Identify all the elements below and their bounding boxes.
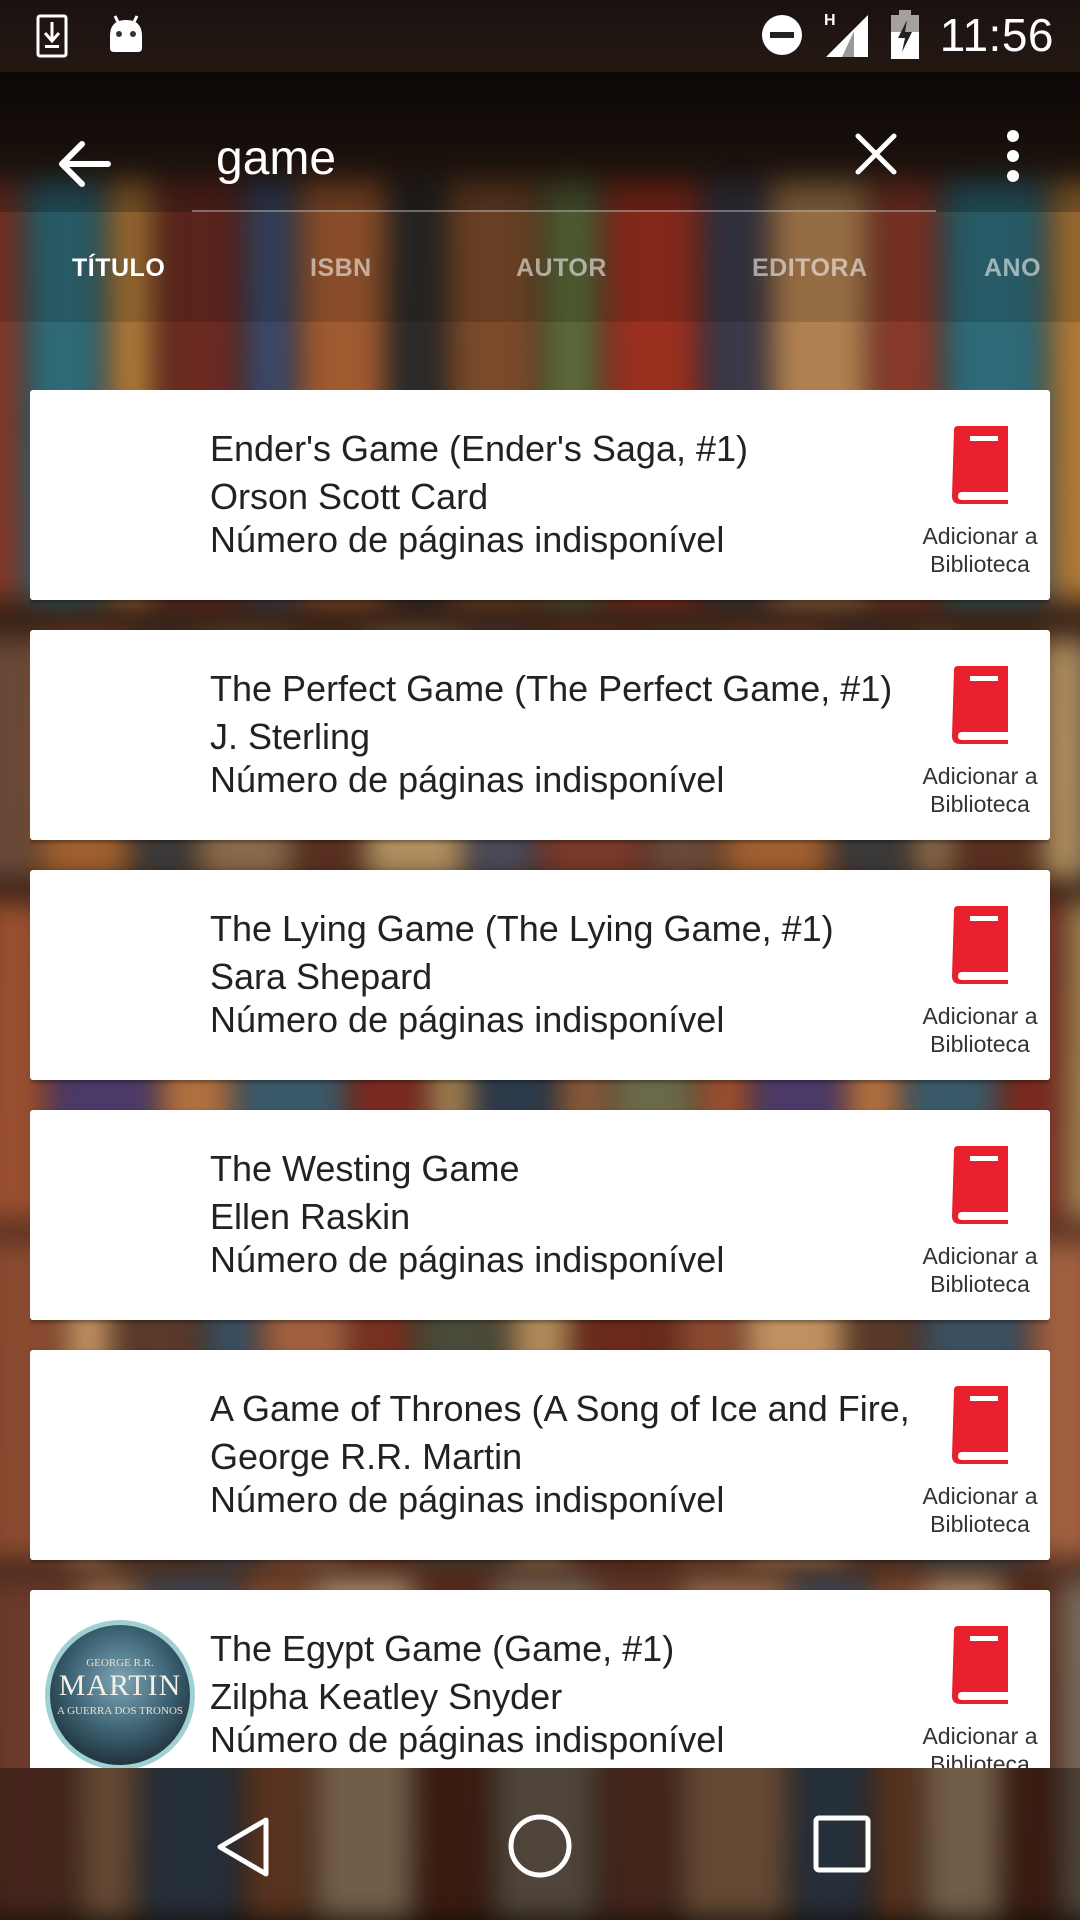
add-label-line2: Biblioteca bbox=[930, 1511, 1030, 1537]
search-filter-tabs: TÍTULO ISBN AUTOR EDITORA ANO bbox=[0, 212, 1080, 322]
tab-titulo[interactable]: TÍTULO bbox=[72, 254, 165, 283]
tab-ano[interactable]: ANO bbox=[984, 254, 1041, 283]
result-card[interactable]: GEORGE R.R. MARTIN A GUERRA DOS TRONOS The … bbox=[30, 1590, 1050, 1768]
add-to-library-button[interactable]: Adicionar a Biblioteca bbox=[910, 1386, 1050, 1537]
book-info: The Lying Game (The Lying Game, #1) Sara … bbox=[210, 906, 990, 1040]
add-label-line1: Adicionar a bbox=[922, 1723, 1038, 1749]
book-info: The Perfect Game (The Perfect Game, #1) J… bbox=[210, 666, 990, 800]
book-cover-thumbnail: GEORGE R.R. MARTIN A GUERRA DOS TRONOS bbox=[45, 1620, 195, 1768]
add-label-line2: Biblioteca bbox=[930, 1271, 1030, 1297]
book-author: Zilpha Keatley Snyder bbox=[210, 1676, 563, 1717]
result-card[interactable]: The Perfect Game (The Perfect Game, #1) J… bbox=[30, 630, 1050, 840]
book-page-count: Número de páginas indisponível bbox=[210, 759, 725, 800]
result-card[interactable]: A Game of Thrones (A Song of Ice and Fir… bbox=[30, 1350, 1050, 1560]
arrow-back-icon[interactable] bbox=[52, 132, 116, 196]
add-label-line2: Biblioteca bbox=[930, 1751, 1030, 1768]
book-author: George R.R. Martin bbox=[210, 1436, 523, 1477]
book-info: A Game of Thrones (A Song of Ice and Fir… bbox=[210, 1386, 990, 1520]
cover-subtitle: A GUERRA DOS TRONOS bbox=[56, 1705, 184, 1717]
nav-home-icon[interactable] bbox=[506, 1812, 574, 1880]
add-label-line1: Adicionar a bbox=[922, 763, 1038, 789]
book-title: The Perfect Game (The Perfect Game, #1) bbox=[210, 668, 893, 709]
more-vert-icon[interactable] bbox=[998, 128, 1028, 184]
book-icon bbox=[952, 1386, 1008, 1464]
add-label-line2: Biblioteca bbox=[930, 791, 1030, 817]
search-toolbar bbox=[0, 72, 1080, 212]
book-author: Sara Shepard bbox=[210, 956, 433, 997]
book-page-count: Número de páginas indisponível bbox=[210, 1479, 725, 1520]
book-page-count: Número de páginas indisponível bbox=[210, 1719, 725, 1760]
add-to-library-button[interactable]: Adicionar a Biblioteca bbox=[910, 1626, 1050, 1768]
signal-icon: H bbox=[824, 12, 868, 57]
book-author: Orson Scott Card bbox=[210, 476, 489, 517]
add-label-line1: Adicionar a bbox=[922, 523, 1038, 549]
book-spine bbox=[1065, 900, 1080, 1220]
status-bar: H 11:56 bbox=[0, 0, 1080, 72]
book-icon bbox=[952, 426, 1008, 504]
search-input[interactable] bbox=[216, 128, 816, 188]
book-title: Ender's Game (Ender's Saga, #1) bbox=[210, 428, 749, 469]
book-icon bbox=[952, 666, 1008, 744]
result-card[interactable]: The Westing Game Ellen Raskin Número de pá… bbox=[30, 1110, 1050, 1320]
navigation-bar bbox=[0, 1768, 1080, 1920]
download-icon bbox=[36, 14, 68, 58]
battery-charging-icon bbox=[890, 10, 919, 59]
tab-isbn[interactable]: ISBN bbox=[310, 254, 372, 283]
nav-back-icon[interactable] bbox=[210, 1814, 276, 1880]
tab-autor[interactable]: AUTOR bbox=[516, 254, 607, 283]
cover-author: GEORGE R.R. bbox=[86, 1657, 154, 1669]
book-info: The Egypt Game (Game, #1) Zilpha Keatley … bbox=[210, 1626, 990, 1760]
results-list[interactable]: Ender's Game (Ender's Saga, #1) Orson Sco… bbox=[30, 390, 1050, 1768]
book-title: The Egypt Game (Game, #1) bbox=[210, 1628, 675, 1669]
add-to-library-button[interactable]: Adicionar a Biblioteca bbox=[910, 666, 1050, 817]
result-card[interactable]: Ender's Game (Ender's Saga, #1) Orson Sco… bbox=[30, 390, 1050, 600]
clock: 11:56 bbox=[939, 9, 1054, 61]
add-to-library-button[interactable]: Adicionar a Biblioteca bbox=[910, 906, 1050, 1057]
book-title: The Westing Game bbox=[210, 1148, 520, 1189]
search-field bbox=[192, 100, 936, 212]
android-icon bbox=[110, 15, 142, 52]
book-icon bbox=[952, 906, 1008, 984]
book-page-count: Número de páginas indisponível bbox=[210, 999, 725, 1040]
add-to-library-button[interactable]: Adicionar a Biblioteca bbox=[910, 426, 1050, 577]
book-page-count: Número de páginas indisponível bbox=[210, 519, 725, 560]
book-title: A Game of Thrones (A Song of Ice and Fir… bbox=[210, 1388, 972, 1429]
add-label-line1: Adicionar a bbox=[922, 1483, 1038, 1509]
book-author: Ellen Raskin bbox=[210, 1196, 411, 1237]
book-info: Ender's Game (Ender's Saga, #1) Orson Sco… bbox=[210, 426, 990, 560]
close-icon[interactable] bbox=[852, 130, 900, 178]
tab-editora[interactable]: EDITORA bbox=[752, 254, 868, 283]
do-not-disturb-icon bbox=[761, 15, 802, 55]
book-page-count: Número de páginas indisponível bbox=[210, 1239, 725, 1280]
add-label-line2: Biblioteca bbox=[930, 551, 1030, 577]
result-card[interactable]: The Lying Game (The Lying Game, #1) Sara … bbox=[30, 870, 1050, 1080]
add-label-line1: Adicionar a bbox=[922, 1243, 1038, 1269]
book-author: J. Sterling bbox=[210, 716, 371, 757]
book-spine bbox=[0, 640, 33, 880]
book-info: The Westing Game Ellen Raskin Número de pá… bbox=[210, 1146, 990, 1280]
add-label-line1: Adicionar a bbox=[922, 1003, 1038, 1029]
nav-recent-icon[interactable] bbox=[812, 1814, 872, 1874]
network-type: H bbox=[824, 12, 836, 29]
book-title: The Lying Game (The Lying Game, #1) bbox=[210, 908, 834, 949]
book-icon bbox=[952, 1146, 1008, 1224]
add-label-line2: Biblioteca bbox=[930, 1031, 1030, 1057]
add-to-library-button[interactable]: Adicionar a Biblioteca bbox=[910, 1146, 1050, 1297]
book-icon bbox=[952, 1626, 1008, 1704]
cover-title: MARTIN bbox=[58, 1669, 182, 1702]
